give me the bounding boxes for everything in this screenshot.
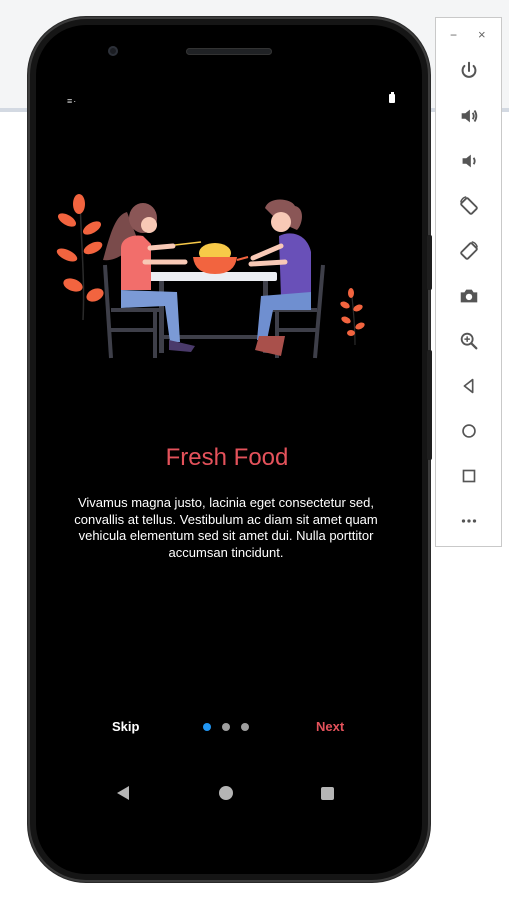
earpiece-speaker (186, 48, 272, 55)
camera-icon[interactable] (456, 283, 482, 309)
page-indicator (203, 723, 249, 731)
more-icon[interactable] (456, 508, 482, 534)
dining-couple-illustration (56, 194, 365, 359)
phone-side-button-volume (427, 350, 432, 460)
home-icon[interactable] (456, 418, 482, 444)
skip-button[interactable]: Skip (112, 719, 139, 734)
onboarding-description: Vivamus magna justo, lacinia eget consec… (74, 495, 378, 560)
close-button[interactable]: × (478, 27, 486, 42)
left-plant-illustration (56, 194, 104, 321)
right-plant-illustration (340, 287, 365, 346)
back-icon[interactable] (456, 373, 482, 399)
phone-side-button-power (427, 235, 432, 290)
page-dot-2 (222, 723, 230, 731)
page-dot-1 (203, 723, 211, 731)
food-bowl-illustration (193, 243, 249, 274)
overview-icon[interactable] (456, 463, 482, 489)
front-camera (108, 46, 118, 56)
page-dot-3 (241, 723, 249, 731)
power-icon[interactable] (456, 58, 482, 84)
nav-home-icon[interactable] (219, 786, 233, 800)
volume-down-icon[interactable] (456, 148, 482, 174)
nav-overview-icon[interactable] (321, 787, 334, 800)
rotate-right-icon[interactable] (456, 238, 482, 264)
next-button[interactable]: Next (316, 719, 344, 734)
status-bar-notification: ≡· (67, 96, 78, 106)
nav-back-icon[interactable] (117, 786, 129, 800)
battery-icon (389, 92, 395, 103)
emulator-toolbar: − × (435, 17, 502, 547)
minimize-button[interactable]: − (450, 28, 457, 42)
volume-up-icon[interactable] (456, 103, 482, 129)
onboarding-title: Fresh Food (165, 444, 289, 471)
zoom-icon[interactable] (456, 328, 482, 354)
rotate-left-icon[interactable] (456, 193, 482, 219)
